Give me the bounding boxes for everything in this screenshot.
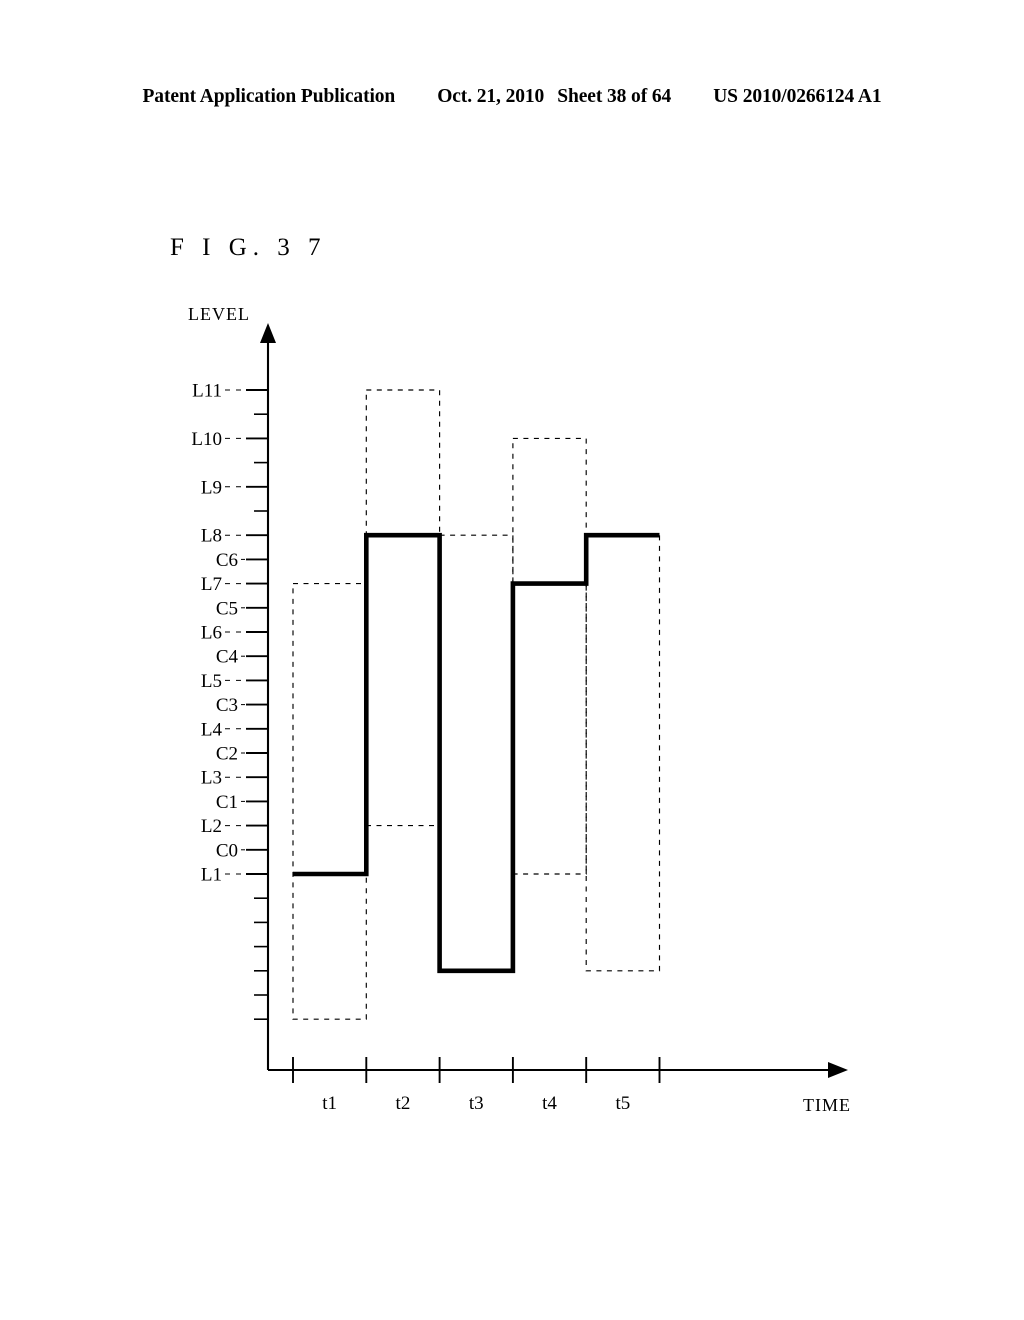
y-axis-label-L10: L10: [191, 429, 222, 450]
allowed-range-box-t3: [439, 534, 514, 972]
y-axis-label-L9: L9: [201, 477, 222, 498]
x-axis-label-t1: t1: [322, 1093, 337, 1114]
y-axis-label-C4: C4: [216, 647, 239, 668]
x-axis-title: TIME: [803, 1095, 851, 1115]
y-axis-label-L2: L2: [201, 816, 222, 837]
y-axis-label-C0: C0: [216, 840, 238, 861]
y-axis-label-C5: C5: [216, 598, 238, 619]
y-axis-label-C6: C6: [216, 550, 238, 571]
y-axis-title: LEVEL: [188, 304, 250, 324]
y-axis-arrowhead: [260, 323, 276, 343]
allowed-range-box-t5: [585, 534, 661, 972]
x-axis-label-t2: t2: [396, 1093, 411, 1114]
y-axis-label-L6: L6: [201, 623, 222, 644]
y-axis-labels-group: L11 L10 L9 L8 C6 L7 C5 L6 C4 L5 C3 L4 C2 L3 C1 L2 C0 L1: [191, 381, 245, 886]
level-waveform: [293, 532, 660, 974]
y-axis-label-L4: L4: [201, 719, 223, 740]
x-axis-arrowhead: [828, 1062, 848, 1078]
x-axis-labels-group: t1 t2 t3 t4 t5: [322, 1093, 630, 1114]
x-axis-label-t5: t5: [615, 1093, 630, 1114]
y-axis-label-C3: C3: [216, 695, 238, 716]
y-axis-label-L3: L3: [201, 768, 222, 789]
x-axis-label-t3: t3: [469, 1093, 484, 1114]
axes-group: [260, 323, 848, 1078]
figure-chart: L11 L10 L9 L8 C6 L7 C5 L6 C4 L5 C3 L4 C2 L3 C1 L2 C0 L1 t…: [0, 0, 1024, 1320]
y-axis-label-L1: L1: [201, 865, 222, 886]
allowed-range-boxes: [292, 389, 661, 1020]
y-axis-ticks-group: [246, 389, 268, 1021]
y-axis-label-L5: L5: [201, 671, 222, 692]
allowed-range-box-t4: [512, 437, 587, 875]
y-axis-label-C1: C1: [216, 792, 238, 813]
axis-names-group: LEVEL TIME: [188, 304, 851, 1115]
chart-svg: L11 L10 L9 L8 C6 L7 C5 L6 C4 L5 C3 L4 C2 L3 C1 L2 C0 L1 t…: [188, 304, 851, 1115]
y-axis-label-L7: L7: [201, 574, 222, 595]
y-axis-label-C2: C2: [216, 744, 238, 765]
allowed-range-box-t2: [365, 389, 441, 827]
allowed-range-box-t1: [292, 583, 367, 1020]
y-axis-label-L11: L11: [192, 381, 222, 402]
x-axis-label-t4: t4: [542, 1093, 557, 1114]
y-axis-label-L8: L8: [201, 526, 222, 547]
level-waveform-path: [293, 532, 660, 974]
